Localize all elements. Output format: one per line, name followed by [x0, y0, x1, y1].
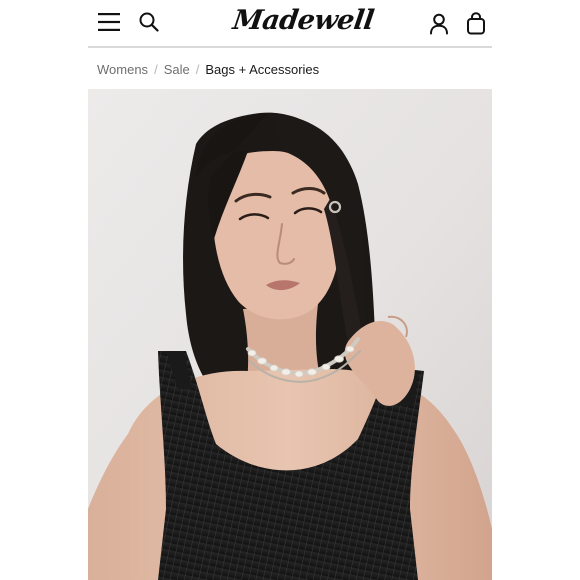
product-page: Madewell Womens / Sale / Bags + Accessor… — [0, 0, 580, 580]
site-header: Madewell — [88, 0, 492, 48]
product-hero-image[interactable] — [88, 89, 492, 580]
breadcrumb-sale[interactable]: Sale — [164, 62, 190, 77]
breadcrumb-separator: / — [154, 61, 158, 77]
breadcrumb-bags-accessories: Bags + Accessories — [205, 61, 320, 77]
search-icon[interactable] — [139, 12, 159, 32]
brand-logo[interactable]: Madewell — [230, 2, 376, 40]
breadcrumb: Womens / Sale / Bags + Accessories — [97, 58, 319, 80]
model-photo — [88, 89, 492, 580]
breadcrumb-separator: / — [195, 61, 200, 77]
shopping-bag-icon[interactable] — [466, 12, 486, 35]
account-icon[interactable] — [429, 13, 449, 35]
hamburger-menu-icon[interactable] — [98, 12, 120, 32]
breadcrumb-womens[interactable]: Womens — [97, 62, 148, 77]
